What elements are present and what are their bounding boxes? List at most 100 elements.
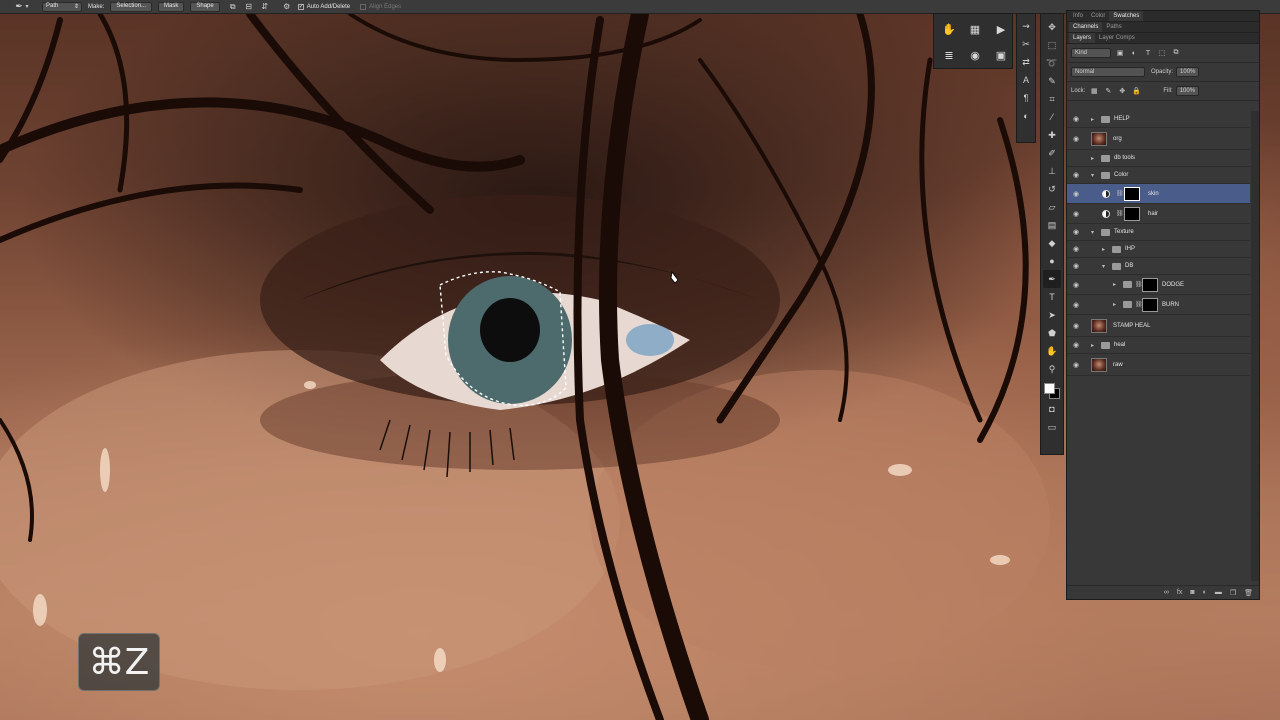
layer-row[interactable]: ◉ ▸ HELP <box>1067 111 1250 128</box>
path-arrangement-icon[interactable]: ⇵ <box>260 2 270 12</box>
layer-name[interactable]: Color <box>1114 172 1128 178</box>
zoom-tool-icon[interactable]: ⚲ <box>1043 360 1061 378</box>
expand-triangle-icon[interactable]: ▸ <box>1091 342 1097 349</box>
link-layers-icon[interactable]: ∞ <box>1164 589 1169 596</box>
layer-row[interactable]: ◉ raw <box>1067 354 1250 376</box>
path-alignment-icon[interactable]: ⊟ <box>244 2 254 12</box>
auto-add-delete-option[interactable]: ✓ Auto Add/Delete <box>297 2 350 12</box>
eyedropper-tool-icon[interactable]: ⁄ <box>1043 108 1061 126</box>
quick-mask-icon[interactable]: ◘ <box>1043 400 1061 418</box>
mask-link-icon[interactable]: ⛓ <box>1116 210 1124 217</box>
lock-transparent-icon[interactable]: ▦ <box>1089 86 1099 96</box>
expand-triangle-icon[interactable]: ▸ <box>1113 281 1119 288</box>
visibility-eye-icon[interactable]: ◉ <box>1072 322 1080 330</box>
new-adjustment-icon[interactable]: ◐ <box>1203 589 1207 596</box>
layer-name[interactable]: hair <box>1148 211 1158 217</box>
layer-mask-thumbnail[interactable] <box>1124 186 1140 201</box>
layer-row[interactable]: ◉ ▾ Color <box>1067 167 1250 184</box>
blur-tool-icon[interactable]: ◆ <box>1043 234 1061 252</box>
adjustment-layer-icon[interactable] <box>1102 209 1110 218</box>
history-brush-tool-icon[interactable]: ↺ <box>1043 180 1061 198</box>
expand-triangle-icon[interactable]: ▸ <box>1091 116 1097 123</box>
make-shape-button[interactable]: Shape <box>190 1 220 12</box>
path-operations-icon[interactable]: ⧉ <box>228 2 238 12</box>
layer-name[interactable]: DB <box>1125 263 1133 269</box>
adjustments-icon[interactable]: ◉ <box>962 42 988 68</box>
tab-layers[interactable]: Layers <box>1069 33 1096 43</box>
expand-triangle-icon[interactable]: ▸ <box>1113 301 1119 308</box>
pen-tool-icon[interactable]: ✒ <box>1043 270 1061 288</box>
visibility-eye-icon[interactable]: ◉ <box>1072 361 1080 369</box>
filter-type-icon[interactable]: T <box>1143 48 1153 58</box>
align-edges-checkbox[interactable] <box>360 3 367 10</box>
screen-mode-icon[interactable]: ▭ <box>1043 418 1061 436</box>
foreground-color-swatch[interactable] <box>1044 383 1055 394</box>
adjustment-layer-icon[interactable] <box>1102 189 1110 198</box>
mask-link-icon[interactable]: ⛓ <box>1135 301 1143 308</box>
layer-name[interactable]: org <box>1113 136 1122 142</box>
layer-name[interactable]: heal <box>1114 342 1125 348</box>
layer-mask-thumbnail[interactable] <box>1124 206 1140 221</box>
clone-source-icon[interactable]: ✂ <box>1018 35 1034 53</box>
visibility-eye-icon[interactable]: ◉ <box>1072 245 1080 253</box>
gradient-tool-icon[interactable]: ▤ <box>1043 216 1061 234</box>
blend-mode-select[interactable]: Normal <box>1071 67 1145 77</box>
visibility-eye-icon[interactable]: ◉ <box>1072 341 1080 349</box>
clone-stamp-tool-icon[interactable]: ⊥ <box>1043 162 1061 180</box>
layer-name[interactable]: BURN <box>1162 302 1179 308</box>
navigator-icon[interactable]: ◐ <box>1018 107 1034 125</box>
mask-link-icon[interactable]: ⛓ <box>1135 281 1143 288</box>
tab-paths[interactable]: Paths <box>1102 22 1125 32</box>
tab-swatches[interactable]: Swatches <box>1109 11 1144 21</box>
lock-position-icon[interactable]: ✥ <box>1117 86 1127 96</box>
make-mask-button[interactable]: Mask <box>158 1 185 12</box>
layers-scrollbar[interactable] <box>1251 111 1259 581</box>
quick-select-tool-icon[interactable]: ✎ <box>1043 72 1061 90</box>
visibility-eye-icon[interactable]: ◉ <box>1072 281 1080 289</box>
gear-icon[interactable]: ⚙ <box>282 2 292 12</box>
visibility-eye-icon[interactable]: ◉ <box>1072 190 1080 198</box>
collapse-triangle-icon[interactable]: ▾ <box>1102 263 1108 270</box>
marquee-tool-icon[interactable]: ⬚ <box>1043 36 1061 54</box>
collapse-triangle-icon[interactable]: ▾ <box>1091 172 1097 179</box>
layer-name[interactable]: db tools <box>1114 155 1135 161</box>
brush-presets-icon[interactable]: ⇝ <box>1018 17 1034 35</box>
visibility-eye-icon[interactable]: ◉ <box>1072 135 1080 143</box>
visibility-eye-icon[interactable]: ◉ <box>1072 228 1080 236</box>
layer-name[interactable]: raw <box>1113 362 1123 368</box>
history-icon[interactable]: ▦ <box>962 16 988 42</box>
eraser-tool-icon[interactable]: ▱ <box>1043 198 1061 216</box>
layer-row[interactable]: ◉ ⛓ skin <box>1067 184 1250 204</box>
filter-pixel-icon[interactable]: ▣ <box>1115 48 1125 58</box>
filter-shape-icon[interactable]: ⬚ <box>1157 48 1167 58</box>
filter-adjustment-icon[interactable]: ◐ <box>1129 48 1139 58</box>
brush-tool-icon[interactable]: ✐ <box>1043 144 1061 162</box>
layer-name[interactable]: HELP <box>1114 116 1130 122</box>
delete-layer-icon[interactable]: 🗑 <box>1244 589 1253 597</box>
color-swatches[interactable] <box>1043 382 1061 400</box>
opacity-input[interactable]: 100% <box>1176 67 1200 77</box>
new-layer-icon[interactable]: ❐ <box>1230 589 1236 597</box>
layer-name[interactable]: Texture <box>1114 229 1134 235</box>
new-group-icon[interactable]: ▬ <box>1215 589 1222 596</box>
layer-row[interactable]: ◉ STAMP HEAL <box>1067 315 1250 337</box>
make-selection-button[interactable]: Selection... <box>110 1 153 12</box>
mask-link-icon[interactable]: ⛓ <box>1116 190 1124 197</box>
layer-row[interactable]: ◉ ▸ heal <box>1067 337 1250 354</box>
auto-add-delete-checkbox[interactable]: ✓ <box>297 3 304 10</box>
lock-all-icon[interactable]: 🔒 <box>1131 86 1141 96</box>
styles-icon[interactable]: ▣ <box>988 42 1014 68</box>
layer-row[interactable]: ◉ ⛓ hair <box>1067 204 1250 224</box>
layer-row[interactable]: ◉ ▾ Texture <box>1067 224 1250 241</box>
layer-style-icon[interactable]: fx <box>1177 589 1182 596</box>
tool-presets-icon[interactable]: ⇄ <box>1018 53 1034 71</box>
layer-row[interactable]: ◉ ▸ IHP <box>1067 241 1250 258</box>
layer-name[interactable]: skin <box>1148 191 1159 197</box>
layer-row[interactable]: ◉ ▾ DB <box>1067 258 1250 275</box>
lasso-tool-icon[interactable]: ➰ <box>1043 54 1061 72</box>
play-icon[interactable]: ▶ <box>988 16 1014 42</box>
tab-color[interactable]: Color <box>1087 11 1109 21</box>
crop-tool-icon[interactable]: ⌗ <box>1043 90 1061 108</box>
shape-tool-icon[interactable]: ⬟ <box>1043 324 1061 342</box>
filter-kind-select[interactable]: Kind <box>1071 48 1111 58</box>
